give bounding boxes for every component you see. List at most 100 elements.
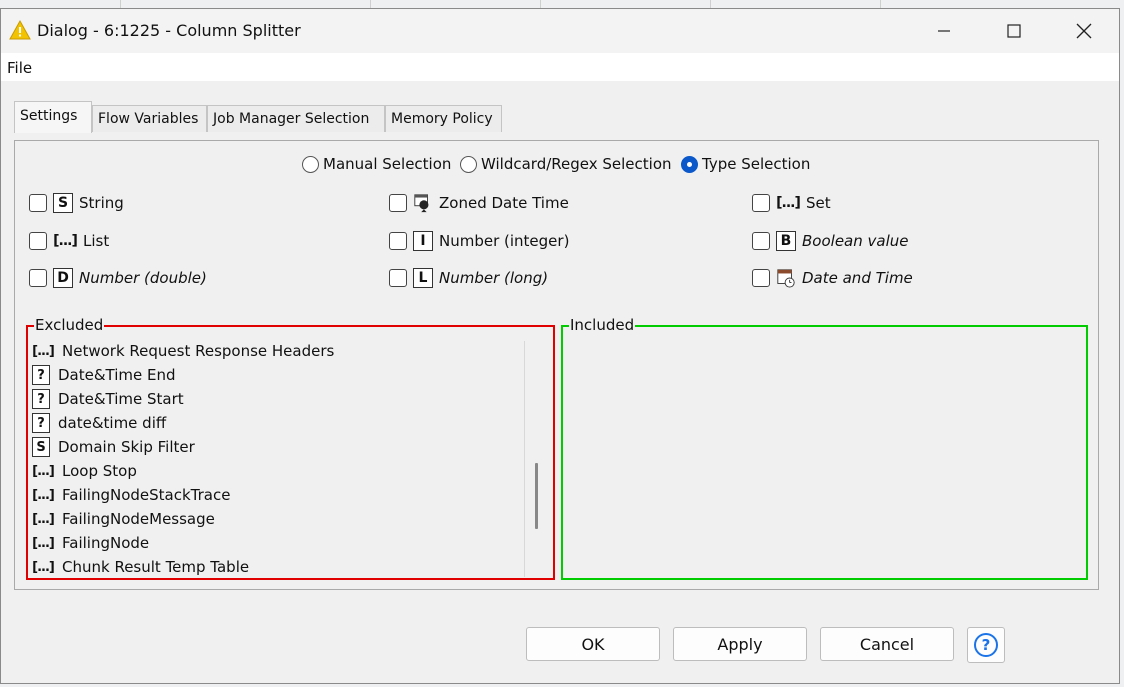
radio-label: Type Selection: [702, 155, 811, 173]
background-grid-cell: [120, 0, 371, 8]
list-item-label: date&time diff: [58, 414, 167, 432]
checkbox[interactable]: [389, 194, 407, 212]
type-label: String: [79, 194, 124, 212]
settings-panel: Manual Selection Wildcard/Regex Selectio…: [14, 140, 1099, 590]
list-item-label: Date&Time End: [58, 366, 176, 384]
checkbox[interactable]: [752, 194, 770, 212]
radio-button[interactable]: [302, 155, 319, 173]
type-label: Zoned Date Time: [439, 194, 569, 212]
list-type-icon: [...]: [53, 233, 78, 249]
radio-wildcard-selection[interactable]: Wildcard/Regex Selection: [460, 155, 672, 173]
list-item[interactable]: [...] Loop Stop: [32, 459, 524, 483]
boolean-type-icon: B: [776, 231, 796, 251]
radio-label: Wildcard/Regex Selection: [481, 155, 672, 173]
radio-type-selection[interactable]: Type Selection: [681, 155, 810, 173]
list-item[interactable]: [...] FailingNodeStackTrace: [32, 483, 524, 507]
unknown-type-icon: ?: [32, 413, 50, 433]
maximize-icon: [1007, 24, 1021, 38]
menu-file[interactable]: File: [7, 59, 32, 77]
radio-manual-selection[interactable]: Manual Selection: [302, 155, 451, 173]
list-item-label: Loop Stop: [62, 462, 137, 480]
list-item[interactable]: [...] FailingNodeMessage: [32, 507, 524, 531]
type-boolean[interactable]: B Boolean value: [752, 231, 908, 251]
minimize-button[interactable]: [909, 9, 979, 53]
checkbox[interactable]: [29, 194, 47, 212]
window-title: Dialog - 6:1225 - Column Splitter: [37, 21, 301, 40]
title-bar[interactable]: Dialog - 6:1225 - Column Splitter: [1, 9, 1119, 53]
list-item-label: FailingNodeMessage: [62, 510, 215, 528]
type-list[interactable]: [...] List: [29, 231, 109, 251]
checkbox[interactable]: [29, 269, 47, 287]
checkbox[interactable]: [752, 232, 770, 250]
tab-memory-policy[interactable]: Memory Policy: [385, 105, 502, 132]
list-item[interactable]: [...] FailingNode: [32, 531, 524, 555]
radio-button-selected[interactable]: [681, 155, 698, 173]
list-item-label: Domain Skip Filter: [58, 438, 195, 456]
scrollbar-track[interactable]: [524, 341, 525, 577]
type-string[interactable]: S String: [29, 193, 124, 213]
type-zoned-date-time[interactable]: Zoned Date Time: [389, 193, 569, 213]
list-item[interactable]: [...] Network Request Response Headers: [32, 339, 524, 363]
excluded-legend: Excluded: [34, 316, 105, 334]
calendar-clock-icon: [776, 268, 796, 288]
background-grid-cell: [0, 0, 121, 8]
list-item[interactable]: ? Date&Time End: [32, 363, 524, 387]
dialog-window: Dialog - 6:1225 - Column Splitter File S…: [0, 8, 1120, 684]
checkbox[interactable]: [389, 269, 407, 287]
type-number-long[interactable]: L Number (long): [389, 268, 548, 288]
type-number-integer[interactable]: I Number (integer): [389, 231, 569, 251]
scrollbar-thumb[interactable]: [535, 463, 538, 529]
included-list-box[interactable]: Included: [561, 316, 1088, 580]
radio-button[interactable]: [460, 155, 477, 173]
string-type-icon: S: [32, 437, 50, 457]
tab-flow-variables[interactable]: Flow Variables: [92, 105, 207, 132]
zoned-datetime-icon: [413, 193, 433, 213]
long-type-icon: L: [413, 268, 433, 288]
list-item[interactable]: ? Date&Time Start: [32, 387, 524, 411]
type-label: Number (long): [439, 269, 549, 287]
collection-type-icon: [...]: [32, 343, 55, 359]
unknown-type-icon: ?: [32, 365, 50, 385]
string-type-icon: S: [53, 193, 73, 213]
type-label: List: [83, 232, 110, 250]
excluded-list[interactable]: [...] Network Request Response Headers ? D…: [32, 339, 524, 579]
type-label: Number (integer): [439, 232, 570, 250]
double-type-icon: D: [53, 268, 73, 288]
list-item[interactable]: ? date&time diff: [32, 411, 524, 435]
maximize-button[interactable]: [979, 9, 1049, 53]
help-button[interactable]: ?: [967, 627, 1005, 663]
tab-settings[interactable]: Settings: [14, 101, 92, 133]
checkbox[interactable]: [389, 232, 407, 250]
close-button[interactable]: [1049, 9, 1119, 53]
minimize-icon: [938, 30, 950, 32]
menu-bar: File: [1, 53, 1119, 81]
background-grid-cell: [710, 0, 881, 8]
apply-button[interactable]: Apply: [673, 627, 807, 661]
collection-type-icon: [...]: [32, 559, 55, 575]
type-label: Number (double): [79, 269, 207, 287]
integer-type-icon: I: [413, 231, 433, 251]
ok-button[interactable]: OK: [526, 627, 660, 661]
list-item[interactable]: [...] Chunk Result Temp Table: [32, 555, 524, 579]
type-number-double[interactable]: D Number (double): [29, 268, 207, 288]
included-legend: Included: [569, 316, 636, 334]
background-grid-cell: [540, 0, 711, 8]
radio-label: Manual Selection: [323, 155, 452, 173]
tab-job-manager-selection[interactable]: Job Manager Selection: [207, 105, 385, 132]
type-label: Date and Time: [802, 269, 913, 287]
type-date-and-time[interactable]: Date and Time: [752, 268, 913, 288]
checkbox[interactable]: [29, 232, 47, 250]
list-item-label: FailingNode: [62, 534, 150, 552]
close-icon: [1076, 23, 1092, 39]
collection-type-icon: [...]: [32, 487, 55, 503]
type-set[interactable]: [...] Set: [752, 193, 831, 213]
list-item-label: Network Request Response Headers: [62, 342, 335, 360]
collection-type-icon: [...]: [32, 511, 55, 527]
collection-type-icon: [...]: [32, 535, 55, 551]
warning-icon: [9, 20, 31, 40]
type-label: Set: [806, 194, 831, 212]
cancel-button[interactable]: Cancel: [820, 627, 954, 661]
list-item[interactable]: S Domain Skip Filter: [32, 435, 524, 459]
checkbox[interactable]: [752, 269, 770, 287]
set-type-icon: [...]: [776, 195, 801, 211]
